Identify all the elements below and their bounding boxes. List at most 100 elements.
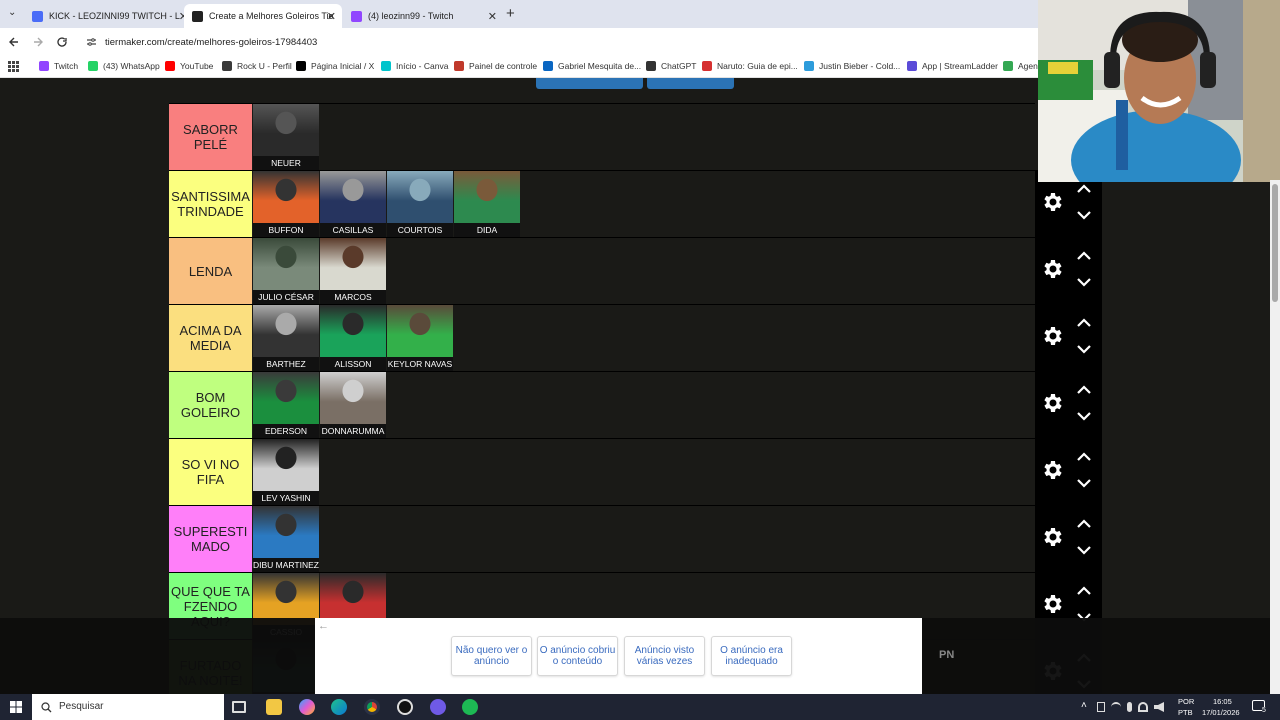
tier-item[interactable]: NEUER <box>253 104 319 170</box>
bookmark-item[interactable]: Twitch <box>39 61 78 71</box>
apps-grid-icon[interactable] <box>8 61 19 72</box>
tray-mic-icon[interactable] <box>1127 702 1132 712</box>
bookmark-item[interactable]: Naruto: Guia de epi... <box>702 61 798 71</box>
app-purple-icon[interactable] <box>430 699 446 715</box>
page-scrollbar[interactable] <box>1270 180 1280 694</box>
move-tier-up-icon[interactable] <box>1075 585 1093 597</box>
back-icon[interactable] <box>8 36 20 48</box>
tray-volume-icon[interactable] <box>1154 702 1164 712</box>
tier-item[interactable]: DIBU MARTINEZ <box>253 506 319 572</box>
copilot-icon[interactable] <box>299 699 315 715</box>
bookmark-label: ChatGPT <box>661 61 697 71</box>
tier-settings-gear-icon[interactable] <box>1040 592 1064 621</box>
chrome-icon[interactable] <box>364 699 380 715</box>
bookmark-item[interactable]: Início - Canva <box>381 61 448 71</box>
tier-settings-gear-icon[interactable] <box>1040 190 1064 219</box>
taskbar-search-placeholder: Pesquisar <box>59 701 104 712</box>
tier-label[interactable]: SO VI NO FIFA <box>169 439 252 505</box>
share-button[interactable] <box>647 78 734 89</box>
move-tier-up-icon[interactable] <box>1075 451 1093 463</box>
ad-feedback-button[interactable]: O anúncio era inadequado <box>711 636 792 676</box>
bookmark-label: Rock U - Perfil <box>237 61 292 71</box>
move-tier-down-icon[interactable] <box>1075 544 1093 556</box>
file-explorer-icon[interactable] <box>266 699 282 715</box>
language-top[interactable]: POR <box>1178 697 1194 706</box>
tier-item[interactable]: CASILLAS <box>320 171 386 237</box>
move-tier-up-icon[interactable] <box>1075 384 1093 396</box>
browser-tab[interactable]: Create a Melhores Goleiros Tie ✕ <box>184 4 342 28</box>
tier-item[interactable]: EDERSON <box>253 372 319 438</box>
bookmark-item[interactable]: ChatGPT <box>646 61 696 71</box>
spotify-icon[interactable] <box>462 699 478 715</box>
bookmark-item[interactable]: Justin Bieber - Cold... <box>804 61 900 71</box>
tier-label[interactable]: SUPERESTI MADO <box>169 506 252 572</box>
edge-icon[interactable] <box>331 699 347 715</box>
new-tab-button[interactable]: + <box>506 5 515 22</box>
move-tier-down-icon[interactable] <box>1075 209 1093 221</box>
tier-item[interactable]: LEV YASHIN <box>253 439 319 505</box>
tray-chevron-icon[interactable]: ˄ <box>1081 700 1087 711</box>
tier-label[interactable]: SABORR PELÉ <box>169 104 252 170</box>
site-info-icon[interactable] <box>86 37 97 47</box>
tray-battery-icon[interactable] <box>1097 702 1105 712</box>
tier-label[interactable]: SANTISSIMA TRINDADE <box>169 171 252 237</box>
language-bottom[interactable]: PTB <box>1178 708 1193 717</box>
tier-item[interactable]: BARTHEZ <box>253 305 319 371</box>
tier-settings-gear-icon[interactable] <box>1040 257 1064 286</box>
reload-icon[interactable] <box>56 36 68 48</box>
tier-label[interactable]: ACIMA DA MEDIA <box>169 305 252 371</box>
obs-icon[interactable] <box>397 699 413 715</box>
move-tier-down-icon[interactable] <box>1075 410 1093 422</box>
tier-label[interactable]: LENDA <box>169 238 252 304</box>
move-tier-down-icon[interactable] <box>1075 276 1093 288</box>
tier-item[interactable]: JULIO CÉSAR <box>253 238 319 304</box>
bookmark-item[interactable]: (43) WhatsApp <box>88 61 160 71</box>
tier-item[interactable]: KEYLOR NAVAS <box>387 305 453 371</box>
bookmark-item[interactable]: Página Inicial / X <box>296 61 374 71</box>
tier-settings-gear-icon[interactable] <box>1040 525 1064 554</box>
taskbar-search-box[interactable]: Pesquisar <box>32 694 224 720</box>
task-view-icon[interactable] <box>232 701 246 713</box>
close-tab-icon[interactable]: ✕ <box>488 10 497 23</box>
url-field[interactable]: tiermaker.com/create/melhores-goleiros-1… <box>105 37 317 48</box>
tier-item[interactable]: ALISSON <box>320 305 386 371</box>
move-tier-up-icon[interactable] <box>1075 518 1093 530</box>
bookmark-item[interactable]: App | StreamLadder <box>907 61 998 71</box>
ad-feedback-button[interactable]: O anúncio cobriu o conteúdo <box>537 636 618 676</box>
tier-label[interactable]: BOM GOLEIRO <box>169 372 252 438</box>
tab-list-chevron-icon[interactable]: ⌄ <box>8 7 16 18</box>
move-tier-up-icon[interactable] <box>1075 317 1093 329</box>
close-tab-icon[interactable]: ✕ <box>327 10 336 23</box>
ad-feedback-button[interactable]: Anúncio visto várias vezes <box>624 636 705 676</box>
move-tier-down-icon[interactable] <box>1075 477 1093 489</box>
ad-feedback-button[interactable]: Não quero ver o anúncio <box>451 636 532 676</box>
bookmark-item[interactable]: Painel de controle <box>454 61 537 71</box>
forward-icon[interactable] <box>32 36 44 48</box>
tray-wifi-icon[interactable] <box>1138 702 1148 712</box>
tier-item[interactable]: DONNARUMMA <box>320 372 386 438</box>
move-tier-up-icon[interactable] <box>1075 250 1093 262</box>
clock-time[interactable]: 16:05 <box>1213 697 1232 706</box>
bookmark-item[interactable]: Gabriel Mesquita de... <box>543 61 641 71</box>
bookmark-favicon-icon <box>39 61 49 71</box>
ad-back-arrow-icon[interactable]: ← <box>318 620 329 632</box>
tier-settings-gear-icon[interactable] <box>1040 391 1064 420</box>
browser-tab[interactable]: (4) leozinn99 - Twitch ✕ <box>343 4 503 28</box>
windows-start-icon[interactable] <box>10 701 22 713</box>
move-tier-up-icon[interactable] <box>1075 183 1093 195</box>
bookmark-item[interactable]: Agend <box>1003 61 1043 71</box>
bookmark-item[interactable]: Rock U - Perfil <box>222 61 292 71</box>
tier-item[interactable]: COURTOIS <box>387 171 453 237</box>
tier-item[interactable]: BUFFON <box>253 171 319 237</box>
clock-date[interactable]: 17/01/2026 <box>1202 708 1240 717</box>
tray-network-icon[interactable] <box>1111 702 1121 712</box>
browser-tab[interactable]: KICK - LEOZINNI99 TWITCH - L✕ <box>24 4 194 28</box>
bookmark-item[interactable]: YouTube <box>165 61 213 71</box>
tier-item[interactable]: DIDA <box>454 171 520 237</box>
save-download-button[interactable] <box>536 78 643 89</box>
tier-settings-gear-icon[interactable] <box>1040 458 1064 487</box>
move-tier-down-icon[interactable] <box>1075 343 1093 355</box>
scrollbar-thumb[interactable] <box>1272 184 1278 302</box>
tier-item[interactable]: MARCOS <box>320 238 386 304</box>
tier-settings-gear-icon[interactable] <box>1040 324 1064 353</box>
